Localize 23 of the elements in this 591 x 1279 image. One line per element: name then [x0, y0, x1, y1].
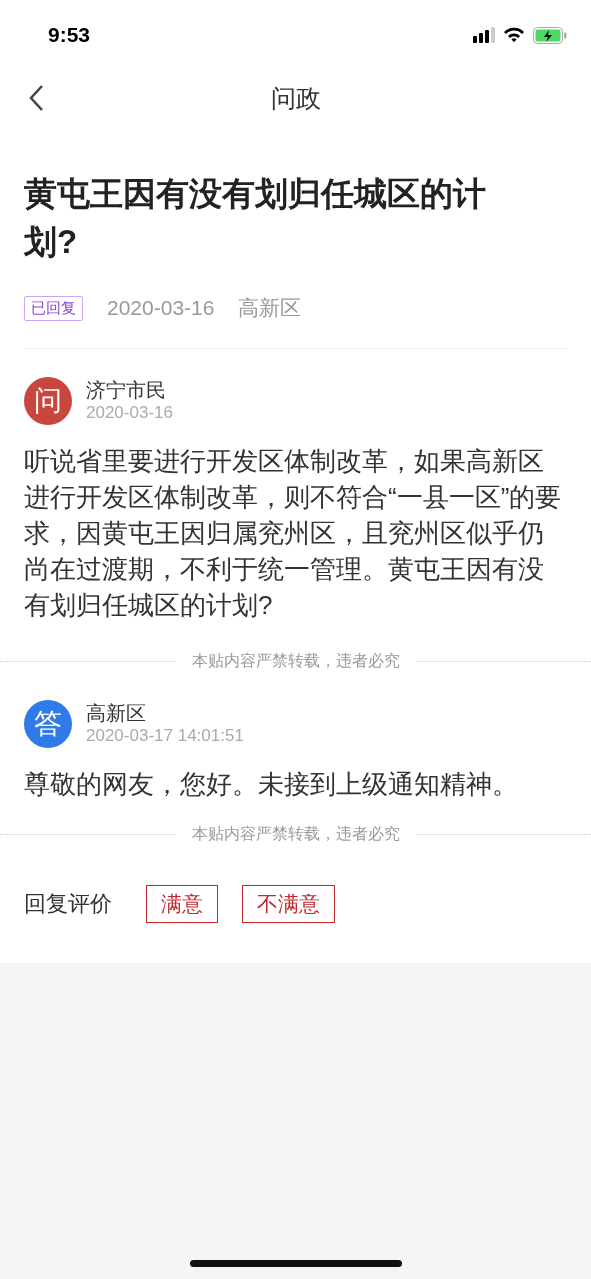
- page-title: 问政: [270, 82, 321, 114]
- status-tag: 已回复: [24, 295, 83, 321]
- copyright-notice: 本贴内容严禁转载，违者必究: [191, 824, 400, 844]
- rating-button[interactable]: 满意: [146, 885, 218, 923]
- wifi-icon: [503, 27, 525, 43]
- post-time: 2020-03-16: [86, 402, 173, 424]
- signal-icon: [473, 27, 495, 43]
- answer-text: 尊敬的网友，您好。未接到上级通知精神。: [24, 768, 519, 801]
- back-icon[interactable]: [28, 84, 44, 112]
- battery-icon: [533, 26, 567, 44]
- rating-label: 回复评价: [24, 890, 112, 918]
- copyright-notice: 本贴内容严禁转载，违者必究: [191, 651, 400, 671]
- question-avatar: 问: [24, 377, 72, 425]
- author-name: 高新区: [86, 701, 147, 725]
- author-name: 济宁市民: [86, 378, 167, 402]
- rating-button[interactable]: 不满意: [242, 885, 335, 923]
- post-time: 2020-03-17 14:01:51: [86, 725, 244, 747]
- question-text: 听说省里要进行开发区体制改革，如果高新区进行开发区体制改革，则不符合“一县一区”的要求，因黄屯王因归属兖州区，且兖州区似乎仍尚在过渡期，不利于统一管理。黄屯王因有没有划归任城区的计划?: [24, 445, 563, 622]
- status-time: 9:53: [48, 23, 91, 47]
- district-label: 高新区: [238, 295, 302, 321]
- question-title: 黄屯王因有没有划归任城区的计划?: [24, 174, 487, 262]
- answer-avatar: 答: [24, 700, 72, 748]
- question-date: 2020-03-16: [107, 296, 215, 320]
